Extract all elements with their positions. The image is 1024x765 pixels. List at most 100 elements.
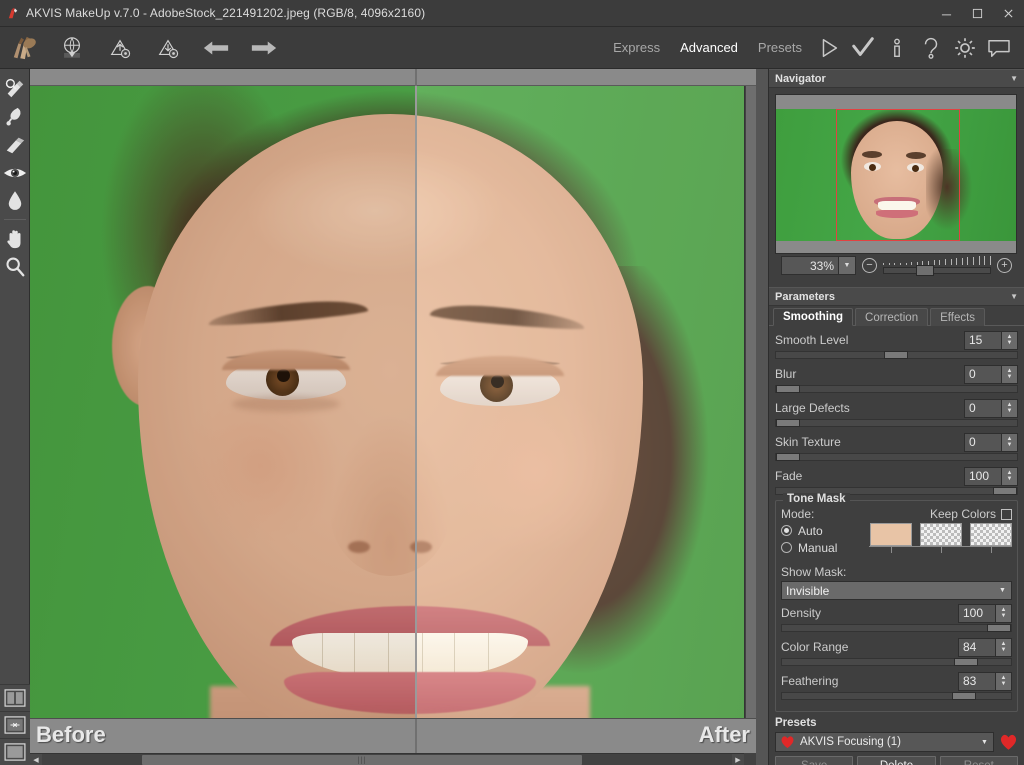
close-button[interactable] xyxy=(993,0,1024,27)
param-slider[interactable] xyxy=(775,453,1018,461)
run-icon[interactable] xyxy=(812,28,846,68)
show-mask-dropdown[interactable]: Invisible ▼ xyxy=(781,581,1012,600)
param-value[interactable]: 83 xyxy=(958,671,996,691)
tone-swatch-2[interactable] xyxy=(920,523,962,546)
spinner-arrows[interactable]: ▲ ▼ xyxy=(996,671,1012,691)
tool-divider xyxy=(3,219,26,220)
navigator-viewport-rect[interactable] xyxy=(836,109,960,241)
mode-presets[interactable]: Presets xyxy=(748,36,812,59)
canvas-horizontal-scrollbar[interactable]: ◀ ||| ▶ xyxy=(30,753,756,765)
tab-smoothing[interactable]: Smoothing xyxy=(773,308,854,326)
param-slider[interactable] xyxy=(775,385,1018,393)
show-mask-label: Show Mask: xyxy=(781,565,847,579)
param-value[interactable]: 100 xyxy=(964,466,1002,486)
chevron-down-icon[interactable]: ▼ xyxy=(1010,74,1018,83)
keep-colors-checkbox[interactable] xyxy=(1001,508,1012,520)
makeup-brushes-logo-icon[interactable] xyxy=(0,28,48,68)
param-label: Large Defects xyxy=(775,401,850,415)
image-canvas-area: Before After ▲ ▼ ◀ ||| ▶ xyxy=(30,69,768,765)
mode-advanced[interactable]: Advanced xyxy=(670,36,748,59)
hand-tool[interactable] xyxy=(0,225,30,253)
radio-auto[interactable] xyxy=(781,525,792,536)
param-value[interactable]: 84 xyxy=(958,637,996,657)
zoom-tool[interactable] xyxy=(0,253,30,281)
apply-check-icon[interactable] xyxy=(846,28,880,68)
split-divider[interactable] xyxy=(415,86,417,718)
zoom-out-button[interactable]: − xyxy=(862,258,877,273)
canvas-top-band xyxy=(30,69,756,86)
presets-section: Presets AKVIS Focusing (1) ▼ Save Delete… xyxy=(769,712,1024,765)
param-slider[interactable] xyxy=(781,692,1012,700)
keep-area-brush-tool[interactable] xyxy=(0,75,30,103)
parameters-header[interactable]: Parameters ▼ xyxy=(769,287,1024,306)
before-after-view-button[interactable] xyxy=(0,711,30,738)
tab-correction[interactable]: Correction xyxy=(855,308,929,326)
navigator-thumbnail[interactable] xyxy=(775,94,1017,254)
info-icon[interactable] xyxy=(880,28,914,68)
zoom-in-button[interactable]: + xyxy=(997,258,1012,273)
save-image-icon[interactable] xyxy=(96,28,144,68)
tone-swatch-3[interactable] xyxy=(970,523,1012,546)
param-value[interactable]: 0 xyxy=(964,364,1002,384)
param-slider[interactable] xyxy=(781,624,1012,632)
delete-preset-button[interactable]: Delete xyxy=(857,756,936,765)
tone-mask-group: Tone Mask Mode: Keep Colors Auto Manual xyxy=(775,493,1018,712)
split-view-button[interactable] xyxy=(0,684,30,711)
settings-gear-icon[interactable] xyxy=(948,28,982,68)
spinner-arrows[interactable]: ▲ ▼ xyxy=(996,637,1012,657)
spinner-arrows[interactable]: ▲ ▼ xyxy=(1002,330,1018,350)
spinner-arrows[interactable]: ▲ ▼ xyxy=(1002,398,1018,418)
chevron-down-icon[interactable]: ▼ xyxy=(1010,292,1018,301)
tone-swatch-1[interactable] xyxy=(870,523,912,546)
single-view-button[interactable] xyxy=(0,738,30,765)
manual-label: Manual xyxy=(798,540,838,555)
save-preset-button[interactable]: Save xyxy=(775,756,854,765)
spinner-arrows[interactable]: ▲ ▼ xyxy=(1002,432,1018,452)
drop-tool[interactable] xyxy=(0,187,30,215)
eraser-tool[interactable] xyxy=(0,131,30,159)
chevron-down-icon[interactable]: ▼ xyxy=(994,582,1011,599)
vertical-scroll-thumb[interactable] xyxy=(746,82,756,738)
param-value[interactable]: 0 xyxy=(964,398,1002,418)
zoom-slider-handle[interactable] xyxy=(916,265,935,276)
param-label: Density xyxy=(781,606,822,620)
presets-title: Presets xyxy=(775,717,817,729)
tab-effects[interactable]: Effects xyxy=(930,308,986,326)
mode-express[interactable]: Express xyxy=(603,36,670,59)
param-label: Feathering xyxy=(781,674,839,688)
zoom-dropdown-button[interactable]: ▼ xyxy=(839,256,856,275)
open-image-icon[interactable] xyxy=(48,28,96,68)
canvas-vertical-scrollbar[interactable]: ▲ ▼ xyxy=(744,69,756,753)
redo-arrow-icon[interactable] xyxy=(240,28,288,68)
print-image-icon[interactable] xyxy=(144,28,192,68)
brush-tool[interactable] xyxy=(0,103,30,131)
undo-arrow-icon[interactable] xyxy=(192,28,240,68)
scroll-right-arrow[interactable]: ▶ xyxy=(732,754,744,765)
before-after-image[interactable] xyxy=(30,86,756,718)
reset-preset-button[interactable]: Reset xyxy=(939,756,1018,765)
favorite-heart-icon[interactable] xyxy=(999,733,1018,751)
preset-dropdown[interactable]: AKVIS Focusing (1) ▼ xyxy=(775,732,994,752)
minimize-button[interactable] xyxy=(931,0,962,27)
spinner-arrows[interactable]: ▲ ▼ xyxy=(996,603,1012,623)
scroll-left-arrow[interactable]: ◀ xyxy=(30,754,42,765)
image-viewport[interactable]: Before After ▲ ▼ xyxy=(30,69,756,753)
horizontal-scroll-thumb[interactable]: ||| xyxy=(142,755,582,765)
spinner-arrows[interactable]: ▲ ▼ xyxy=(1002,466,1018,486)
param-value[interactable]: 0 xyxy=(964,432,1002,452)
spinner-arrows[interactable]: ▲ ▼ xyxy=(1002,364,1018,384)
param-slider[interactable] xyxy=(775,419,1018,427)
maximize-button[interactable] xyxy=(962,0,993,27)
navigator-header[interactable]: Navigator ▼ xyxy=(769,69,1024,88)
zoom-value[interactable]: 33% xyxy=(781,256,839,275)
help-icon[interactable] xyxy=(914,28,948,68)
red-eye-tool[interactable] xyxy=(0,159,30,187)
param-slider[interactable] xyxy=(775,351,1018,359)
comment-icon[interactable] xyxy=(982,28,1016,68)
param-value[interactable]: 15 xyxy=(964,330,1002,350)
param-slider[interactable] xyxy=(781,658,1012,666)
zoom-slider[interactable] xyxy=(883,256,991,276)
chevron-down-icon[interactable]: ▼ xyxy=(976,734,993,751)
param-value[interactable]: 100 xyxy=(958,603,996,623)
radio-manual[interactable] xyxy=(781,542,792,553)
